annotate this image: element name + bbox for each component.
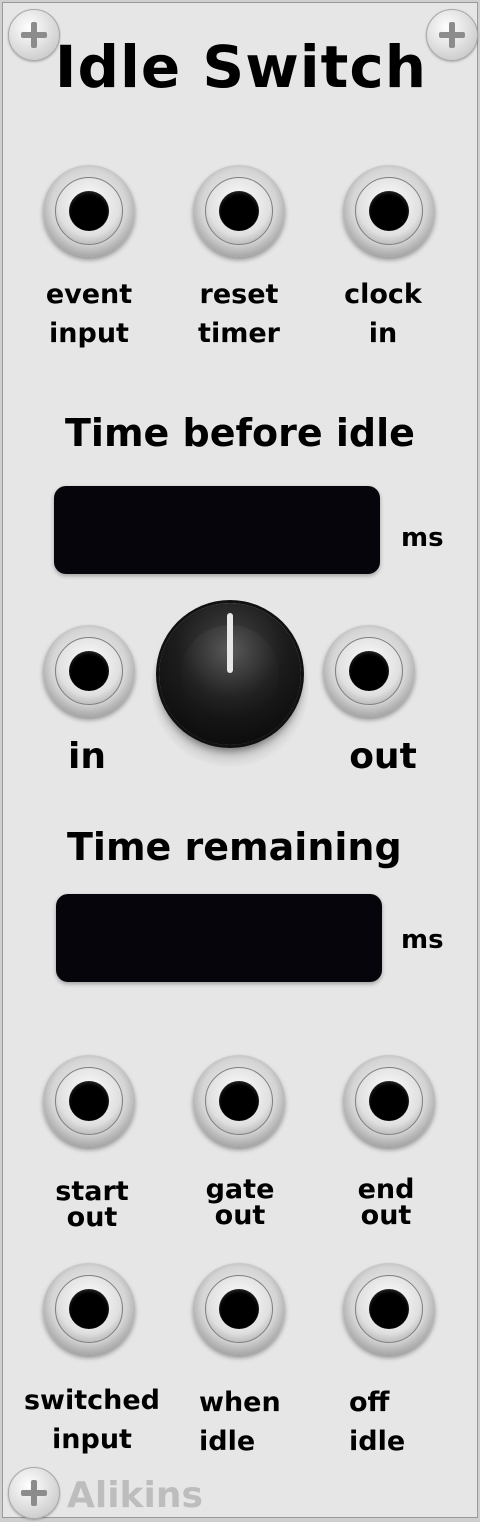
clock-in-label: clock in: [344, 279, 422, 349]
brand-logo: Alikins: [67, 1475, 203, 1516]
time-remaining-unit: ms: [401, 925, 444, 955]
knob-pointer-icon: [227, 613, 233, 673]
gate-out-jack[interactable]: [193, 1055, 285, 1147]
switched-input-label: switched input: [23, 1385, 161, 1455]
when-idle-jack[interactable]: [193, 1263, 285, 1355]
switched-input-jack[interactable]: [43, 1263, 135, 1355]
start-out-label: start out: [55, 1176, 129, 1233]
event-input-jack[interactable]: [43, 165, 135, 257]
time-remaining-title: Time remaining: [67, 825, 402, 869]
event-input-label: event input: [45, 279, 133, 349]
reset-timer-label: reset timer: [198, 279, 280, 349]
when-idle-label: when idle: [199, 1387, 281, 1457]
time-cv-in-jack[interactable]: [43, 625, 135, 717]
start-out-jack[interactable]: [43, 1055, 135, 1147]
time-out-jack[interactable]: [323, 625, 415, 717]
time-remaining-display: [56, 894, 382, 982]
time-before-idle-knob[interactable]: [159, 603, 301, 745]
in-label: in: [68, 736, 106, 777]
module-title: Idle Switch: [54, 33, 428, 101]
end-out-jack[interactable]: [343, 1055, 435, 1147]
clock-in-jack[interactable]: [343, 165, 435, 257]
time-before-idle-display: [54, 486, 380, 574]
screw-icon: [8, 1467, 60, 1519]
reset-timer-jack[interactable]: [193, 165, 285, 257]
out-label: out: [349, 736, 417, 777]
module-panel: Idle Switch event input reset timer clock i…: [2, 2, 478, 1519]
time-before-idle-title: Time before idle: [65, 411, 415, 455]
off-idle-label: off idle: [349, 1387, 406, 1457]
gate-out-label: gate out: [205, 1174, 275, 1231]
time-before-idle-unit: ms: [401, 523, 444, 553]
end-out-label: end out: [357, 1174, 415, 1231]
off-idle-jack[interactable]: [343, 1263, 435, 1355]
